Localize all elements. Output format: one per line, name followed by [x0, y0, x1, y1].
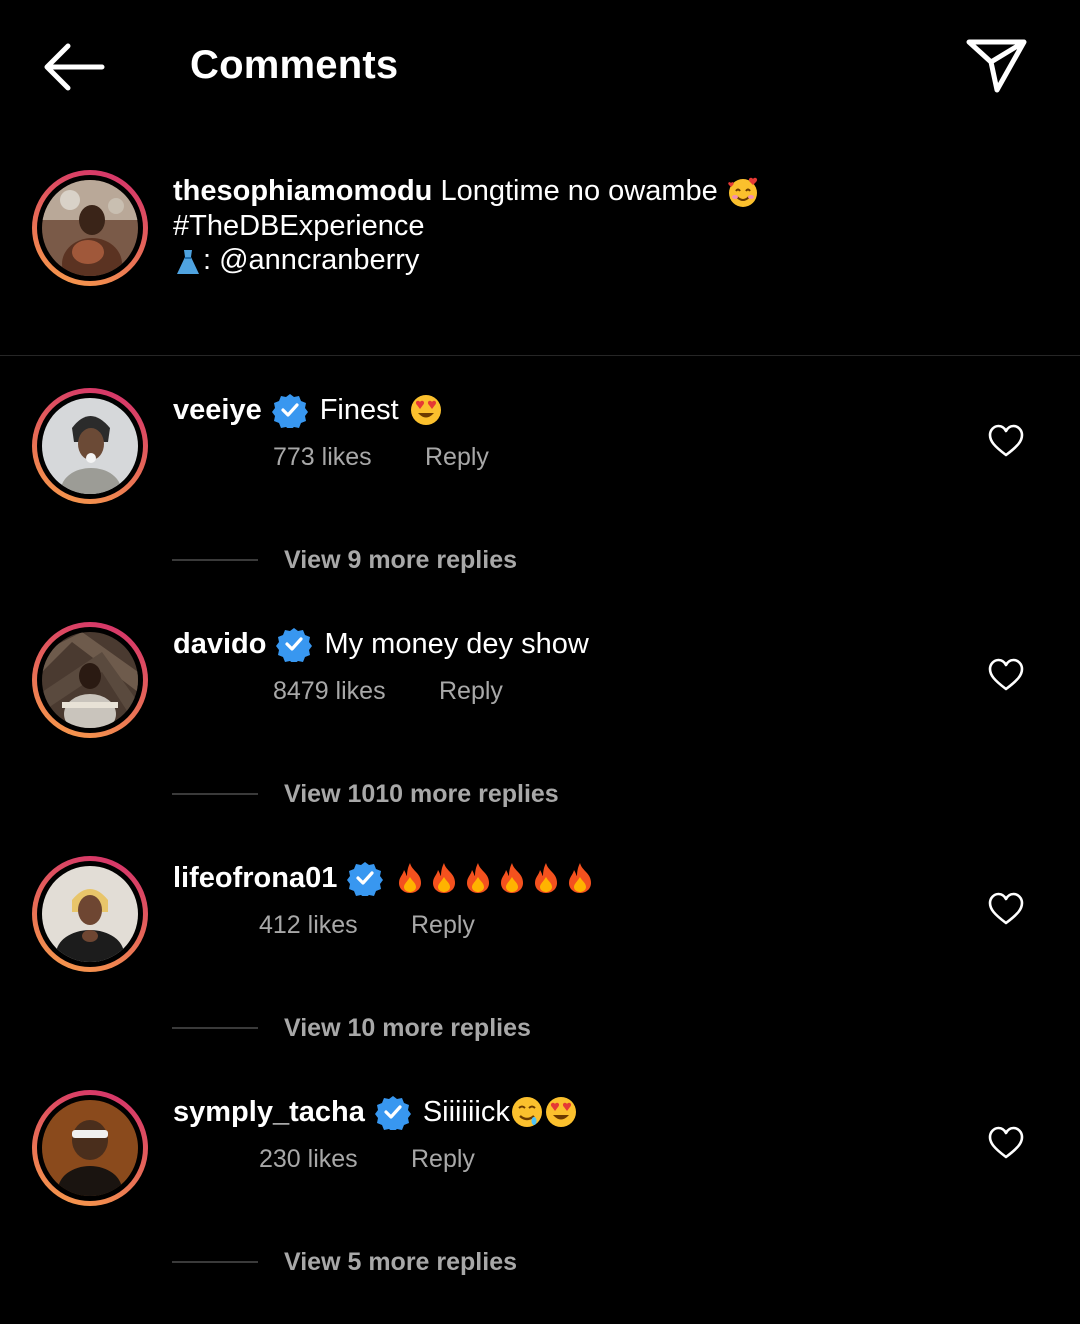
top-bar: Comments	[0, 0, 1080, 130]
caption-line-3: : @anncranberry	[173, 243, 1033, 277]
comment-meta: 773 likes Reply	[273, 440, 489, 474]
commenter-avatar[interactable]	[32, 388, 148, 504]
view-replies-button[interactable]: View 9 more replies	[172, 542, 517, 578]
comment-item: symply_tacha Siiiiiick 230 likes Reply V…	[0, 1090, 1080, 1324]
commenter-avatar[interactable]	[32, 622, 148, 738]
heart-eyes-emoji-icon	[545, 1097, 576, 1127]
comment-line: davido My money dey show	[173, 626, 589, 662]
caption-line-1: thesophiamomodu Longtime no owambe	[173, 174, 1033, 209]
comment-item: lifeofrona01 412 likes Reply View 10 mor…	[0, 856, 1080, 1090]
reply-button[interactable]: Reply	[439, 674, 503, 708]
heart-eyes-emoji-icon	[410, 395, 441, 425]
caption-avatar[interactable]	[32, 170, 148, 286]
smiling-face-with-hearts-icon	[728, 178, 757, 208]
verified-badge-icon	[374, 1096, 411, 1130]
fire-emoji-icon	[433, 863, 456, 893]
comment-text: Siiiiiick	[422, 1096, 510, 1128]
replies-rule	[172, 1027, 258, 1029]
fire-emoji-icon	[467, 863, 490, 893]
comment-username[interactable]: davido	[173, 626, 266, 662]
view-replies-label: View 5 more replies	[284, 1247, 517, 1276]
heart-icon[interactable]	[988, 892, 1024, 926]
share-button[interactable]	[962, 34, 1032, 98]
comment-meta: 230 likes Reply	[259, 1142, 475, 1176]
reply-button[interactable]: Reply	[425, 440, 489, 474]
page-title: Comments	[190, 43, 399, 87]
caption-text: Longtime no owambe	[440, 175, 718, 207]
arrow-left-icon	[44, 43, 105, 91]
comment-meta: 412 likes Reply	[259, 908, 475, 942]
view-replies-label: View 10 more replies	[284, 1013, 531, 1042]
caption-hashtag[interactable]: #TheDBExperience	[173, 209, 1033, 243]
profile-photo	[42, 632, 138, 728]
back-button[interactable]	[40, 40, 106, 94]
reply-button[interactable]: Reply	[411, 1142, 475, 1176]
comment-text: My money dey show	[324, 628, 589, 660]
fire-emoji-icon	[535, 863, 558, 893]
replies-rule	[172, 1261, 258, 1263]
drooling-face-emoji-icon	[511, 1097, 542, 1127]
profile-photo	[42, 398, 138, 494]
view-replies-label: View 9 more replies	[284, 545, 517, 574]
comment-username[interactable]: symply_tacha	[173, 1094, 365, 1130]
like-count[interactable]: 8479 likes	[273, 677, 386, 705]
comment-meta: 8479 likes Reply	[273, 674, 503, 708]
like-count[interactable]: 773 likes	[273, 443, 372, 471]
comment-text: Finest	[319, 394, 399, 426]
view-replies-label: View 1010 more replies	[284, 779, 559, 808]
view-replies-button[interactable]: View 1010 more replies	[172, 776, 559, 812]
comment-line: symply_tacha Siiiiiick	[173, 1094, 578, 1130]
post-caption: thesophiamomodu Longtime no owambe #TheD…	[173, 174, 1033, 277]
profile-photo	[42, 1100, 138, 1196]
paper-plane-icon	[966, 39, 1027, 93]
reply-button[interactable]: Reply	[411, 908, 475, 942]
verified-badge-icon	[347, 862, 384, 896]
caption-credit[interactable]: : @anncranberry	[203, 244, 419, 276]
commenter-avatar[interactable]	[32, 1090, 148, 1206]
fire-emoji-icon	[569, 863, 592, 893]
profile-photo	[42, 866, 138, 962]
heart-icon[interactable]	[988, 1126, 1024, 1160]
caption-username[interactable]: thesophiamomodu	[173, 175, 432, 207]
comment-username[interactable]: veeiye	[173, 392, 262, 428]
comment-line: veeiye Finest	[173, 392, 443, 428]
fire-emoji-icon	[399, 863, 422, 893]
like-count[interactable]: 412 likes	[259, 911, 358, 939]
verified-badge-icon	[271, 394, 308, 428]
caption-divider	[0, 355, 1080, 356]
view-replies-button[interactable]: View 10 more replies	[172, 1010, 531, 1046]
verified-badge-icon	[276, 628, 313, 662]
dress-icon	[177, 249, 199, 274]
comment-line: lifeofrona01	[173, 860, 597, 896]
comment-item: veeiye Finest 773 likes Reply View 9 mor…	[0, 388, 1080, 622]
view-replies-button[interactable]: View 5 more replies	[172, 1244, 517, 1280]
comment-item: davido My money dey show 8479 likes Repl…	[0, 622, 1080, 856]
fire-emoji-row	[393, 861, 597, 895]
fire-emoji-icon	[501, 863, 524, 893]
heart-icon[interactable]	[988, 424, 1024, 458]
profile-photo	[42, 180, 138, 276]
like-count[interactable]: 230 likes	[259, 1145, 358, 1173]
replies-rule	[172, 793, 258, 795]
commenter-avatar[interactable]	[32, 856, 148, 972]
replies-rule	[172, 559, 258, 561]
heart-icon[interactable]	[988, 658, 1024, 692]
comment-username[interactable]: lifeofrona01	[173, 860, 337, 896]
